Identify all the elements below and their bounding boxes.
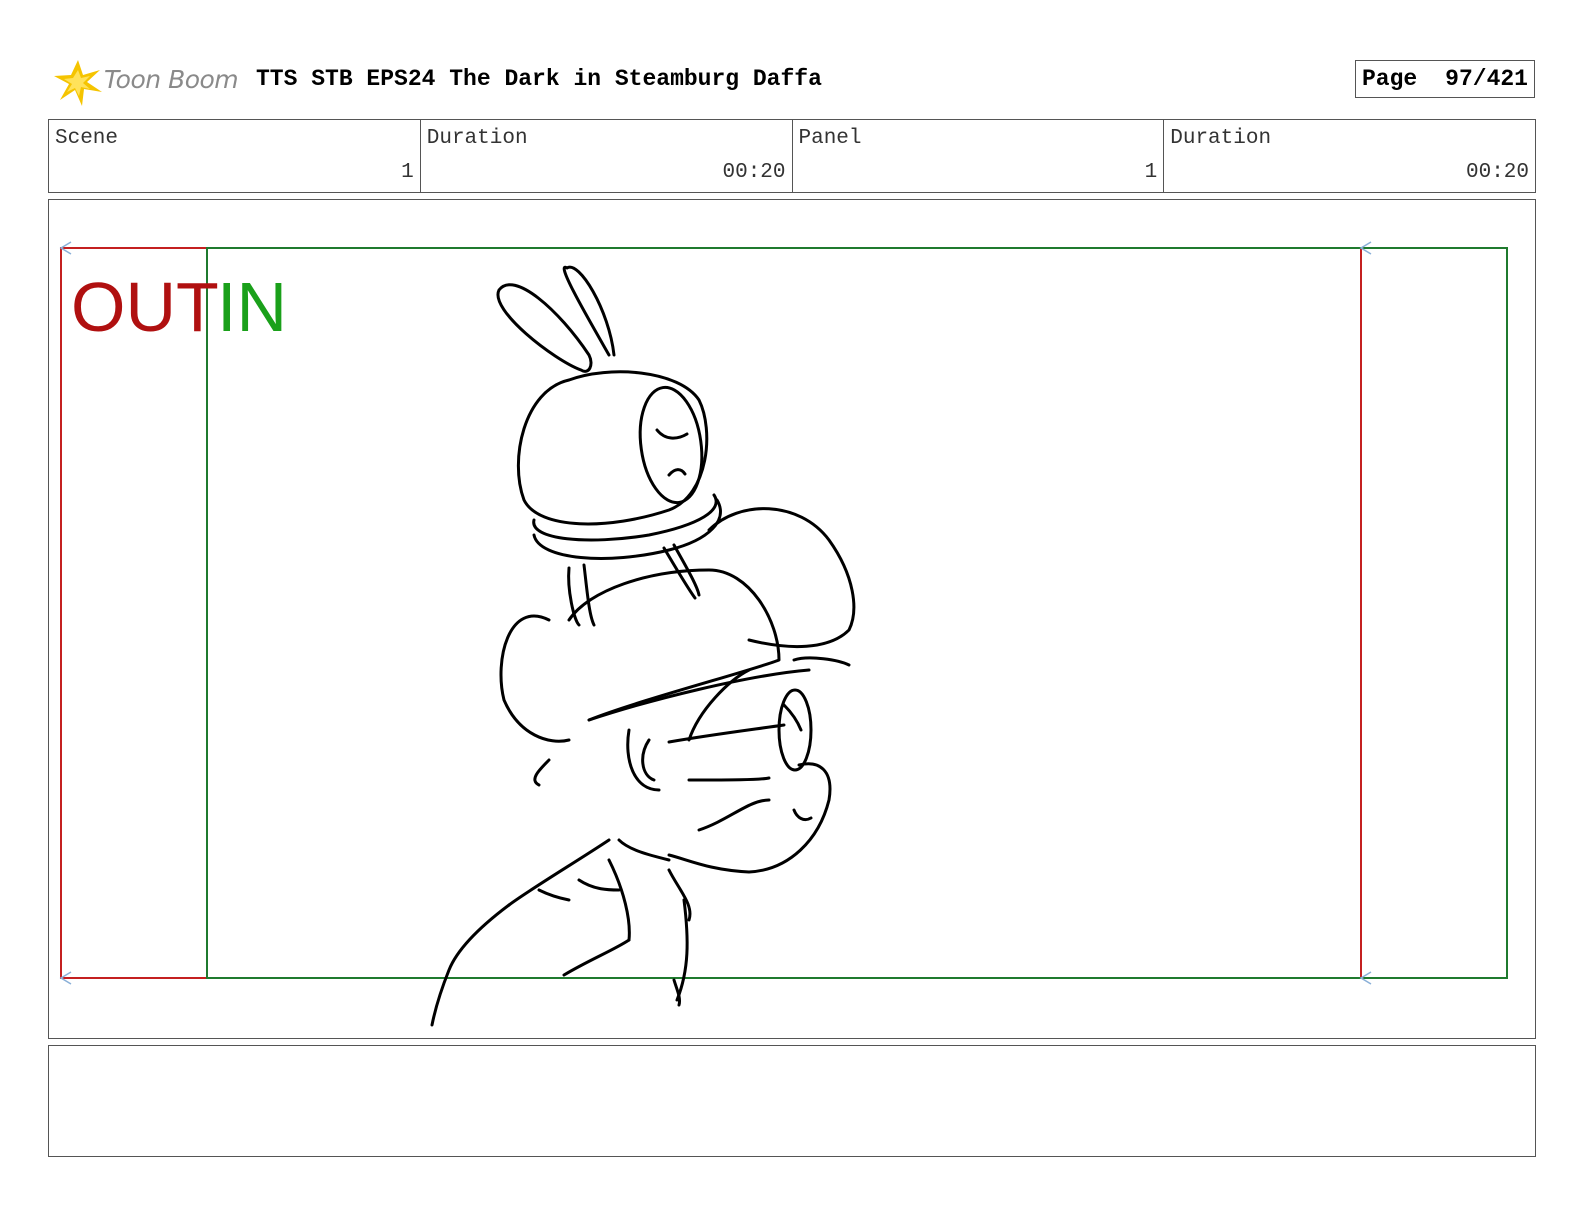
in-camera-frame	[206, 247, 1508, 979]
scene-value: 1	[401, 161, 414, 184]
out-marker: OUT	[71, 268, 219, 346]
page-indicator: Page 97/421	[1355, 60, 1535, 98]
page-number: 97/421	[1445, 66, 1528, 92]
in-marker: IN	[217, 268, 287, 346]
logo-text: Toon Boom	[104, 65, 239, 94]
panel-info-row: Scene 1 Duration 00:20 Panel 1 Duration …	[48, 119, 1536, 193]
storyboard-panel: OUT IN	[48, 199, 1536, 1039]
starburst-icon	[54, 60, 102, 106]
panel-cell: Panel 1	[793, 120, 1165, 192]
scene-duration-value: 00:20	[722, 161, 786, 184]
panel-duration-value: 00:20	[1465, 161, 1529, 184]
panel-duration-cell: Duration 00:20	[1164, 120, 1535, 192]
panel-value: 1	[1144, 161, 1158, 184]
toon-boom-logo: Toon Boom	[52, 56, 242, 108]
camera-frames	[59, 241, 1508, 985]
document-title: TTS STB EPS24 The Dark in Steamburg Daff…	[256, 66, 822, 92]
caption-box	[48, 1045, 1536, 1157]
panel-duration-label: Duration	[1170, 127, 1272, 150]
scene-duration-label: Duration	[426, 127, 528, 150]
scene-duration-cell: Duration 00:20	[421, 120, 793, 192]
scene-label: Scene	[55, 127, 119, 150]
panel-label: Panel	[798, 127, 862, 150]
scene-cell: Scene 1	[49, 120, 421, 192]
page-label: Page	[1362, 66, 1418, 92]
character-sketch	[430, 265, 856, 1027]
